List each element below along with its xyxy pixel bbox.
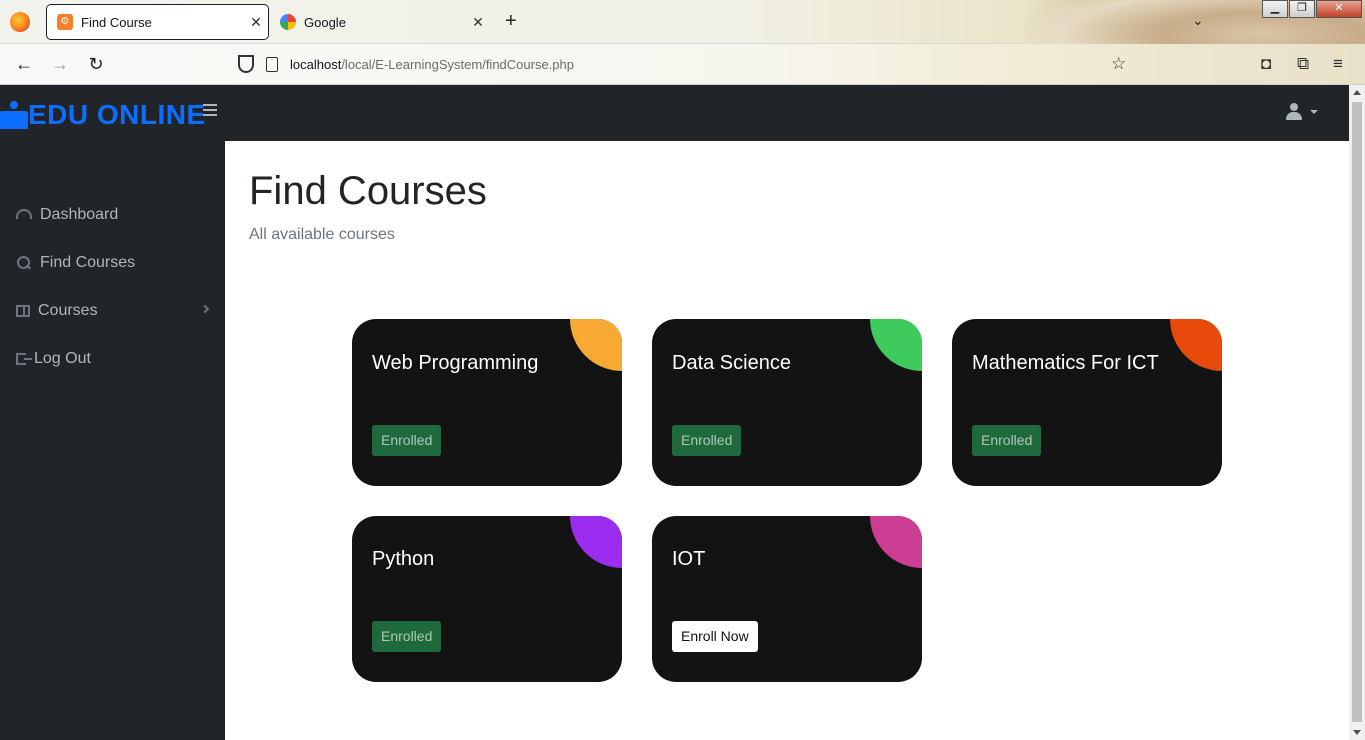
card-corner-accent [570,319,622,371]
main-content: Find Courses All available courses Web P… [225,141,1349,740]
enrolled-button[interactable]: Enrolled [372,425,442,456]
sidebar-item-label: Dashboard [40,206,119,223]
close-tab-icon[interactable]: ✕ [466,14,490,31]
sidebar-item-label: Courses [38,302,98,319]
card-corner-accent [870,319,922,371]
enrolled-button[interactable]: Enrolled [372,621,442,652]
gauge-icon [16,209,32,219]
course-title: Python [372,548,435,570]
sidebar-item-find-courses[interactable]: Find Courses [16,254,216,272]
scroll-up-arrow-icon[interactable] [1353,90,1361,95]
google-favicon-icon [280,14,296,30]
enrolled-button[interactable]: Enrolled [672,425,742,456]
back-arrow-icon[interactable]: ← [12,52,36,76]
page-title: Find Courses [249,169,487,213]
xampp-favicon-icon: ⚙ [57,14,73,30]
tab-find-course[interactable]: ⚙ Find Course ✕ [47,5,268,39]
menu-icon[interactable]: ≡ [1333,54,1343,74]
chevron-down-icon[interactable]: ⌄ [1192,12,1204,29]
course-title: Mathematics For ICT [972,352,1159,374]
reload-icon[interactable]: ↻ [84,52,108,76]
hamburger-menu-icon[interactable] [203,104,217,116]
columns-icon [16,305,30,317]
card-corner-accent [1170,319,1222,371]
sidebar: Dashboard Find Courses Courses Log Out [0,141,225,740]
close-tab-icon[interactable]: ✕ [244,14,268,31]
sidebar-item-label: Find Courses [40,254,136,271]
tab-google[interactable]: Google ✕ [270,5,490,39]
sidebar-item-log-out[interactable]: Log Out [16,350,216,368]
pocket-icon[interactable]: ◘ [1261,54,1271,74]
url-path: /local/E-LearningSystem/findCourse.php [341,56,574,72]
sidebar-item-dashboard[interactable]: Dashboard [16,206,216,224]
minimize-window-button[interactable]: ▁ [1262,0,1288,18]
course-card-python: Python Enrolled [352,516,622,682]
tab-title: Find Course [81,14,152,30]
enroll-now-button[interactable]: Enroll Now [672,621,758,652]
user-icon [1286,103,1302,121]
new-tab-icon[interactable]: + [505,10,517,33]
browser-tab-bar: ⚙ Find Course ✕ Google ✕ + ⌄ ▁ ❐ ✕ [0,0,1365,85]
logout-icon [16,353,32,365]
search-icon [16,256,32,270]
chevron-right-icon [200,304,210,314]
app-header: EDU ONLINE [0,85,1349,141]
enrolled-button[interactable]: Enrolled [972,425,1042,456]
firefox-icon[interactable] [10,12,30,32]
tab-title: Google [304,14,346,30]
shield-icon[interactable] [238,55,254,73]
page-subtitle: All available courses [249,226,395,243]
url-bar[interactable]: localhost/local/E-LearningSystem/findCou… [232,48,1032,80]
course-title: Data Science [672,352,791,374]
course-title: IOT [672,548,706,570]
extensions-icon[interactable]: ⧉ [1297,54,1309,74]
close-window-button[interactable]: ✕ [1316,0,1362,18]
brand-logo[interactable]: EDU ONLINE [0,99,206,131]
card-corner-accent [570,516,622,568]
card-corner-accent [870,516,922,568]
course-card-web-programming: Web Programming Enrolled [352,319,622,486]
browser-nav-bar: ← → ↻ localhost/local/E-LearningSystem/f… [0,44,1365,85]
restore-window-button[interactable]: ❐ [1289,0,1315,18]
user-menu-button[interactable] [1286,103,1318,121]
course-card-iot: IOT Enroll Now [652,516,922,682]
course-title: Web Programming [372,352,539,374]
reader-icon [0,101,28,129]
course-card-data-science: Data Science Enrolled [652,319,922,486]
page-scrollbar[interactable] [1349,85,1365,740]
forward-arrow-icon[interactable]: → [48,52,72,76]
sidebar-item-label: Log Out [34,350,91,367]
scroll-down-arrow-icon[interactable] [1353,730,1361,735]
brand-name: EDU ONLINE [28,99,206,130]
caret-down-icon [1310,110,1318,114]
sidebar-item-courses[interactable]: Courses [16,302,216,320]
course-card-mathematics-for-ict: Mathematics For ICT Enrolled [952,319,1222,486]
star-bookmark-icon[interactable]: ☆ [1111,54,1126,74]
scrollbar-thumb[interactable] [1352,102,1362,722]
url-host: localhost [290,56,342,72]
page-info-icon[interactable] [266,56,278,72]
